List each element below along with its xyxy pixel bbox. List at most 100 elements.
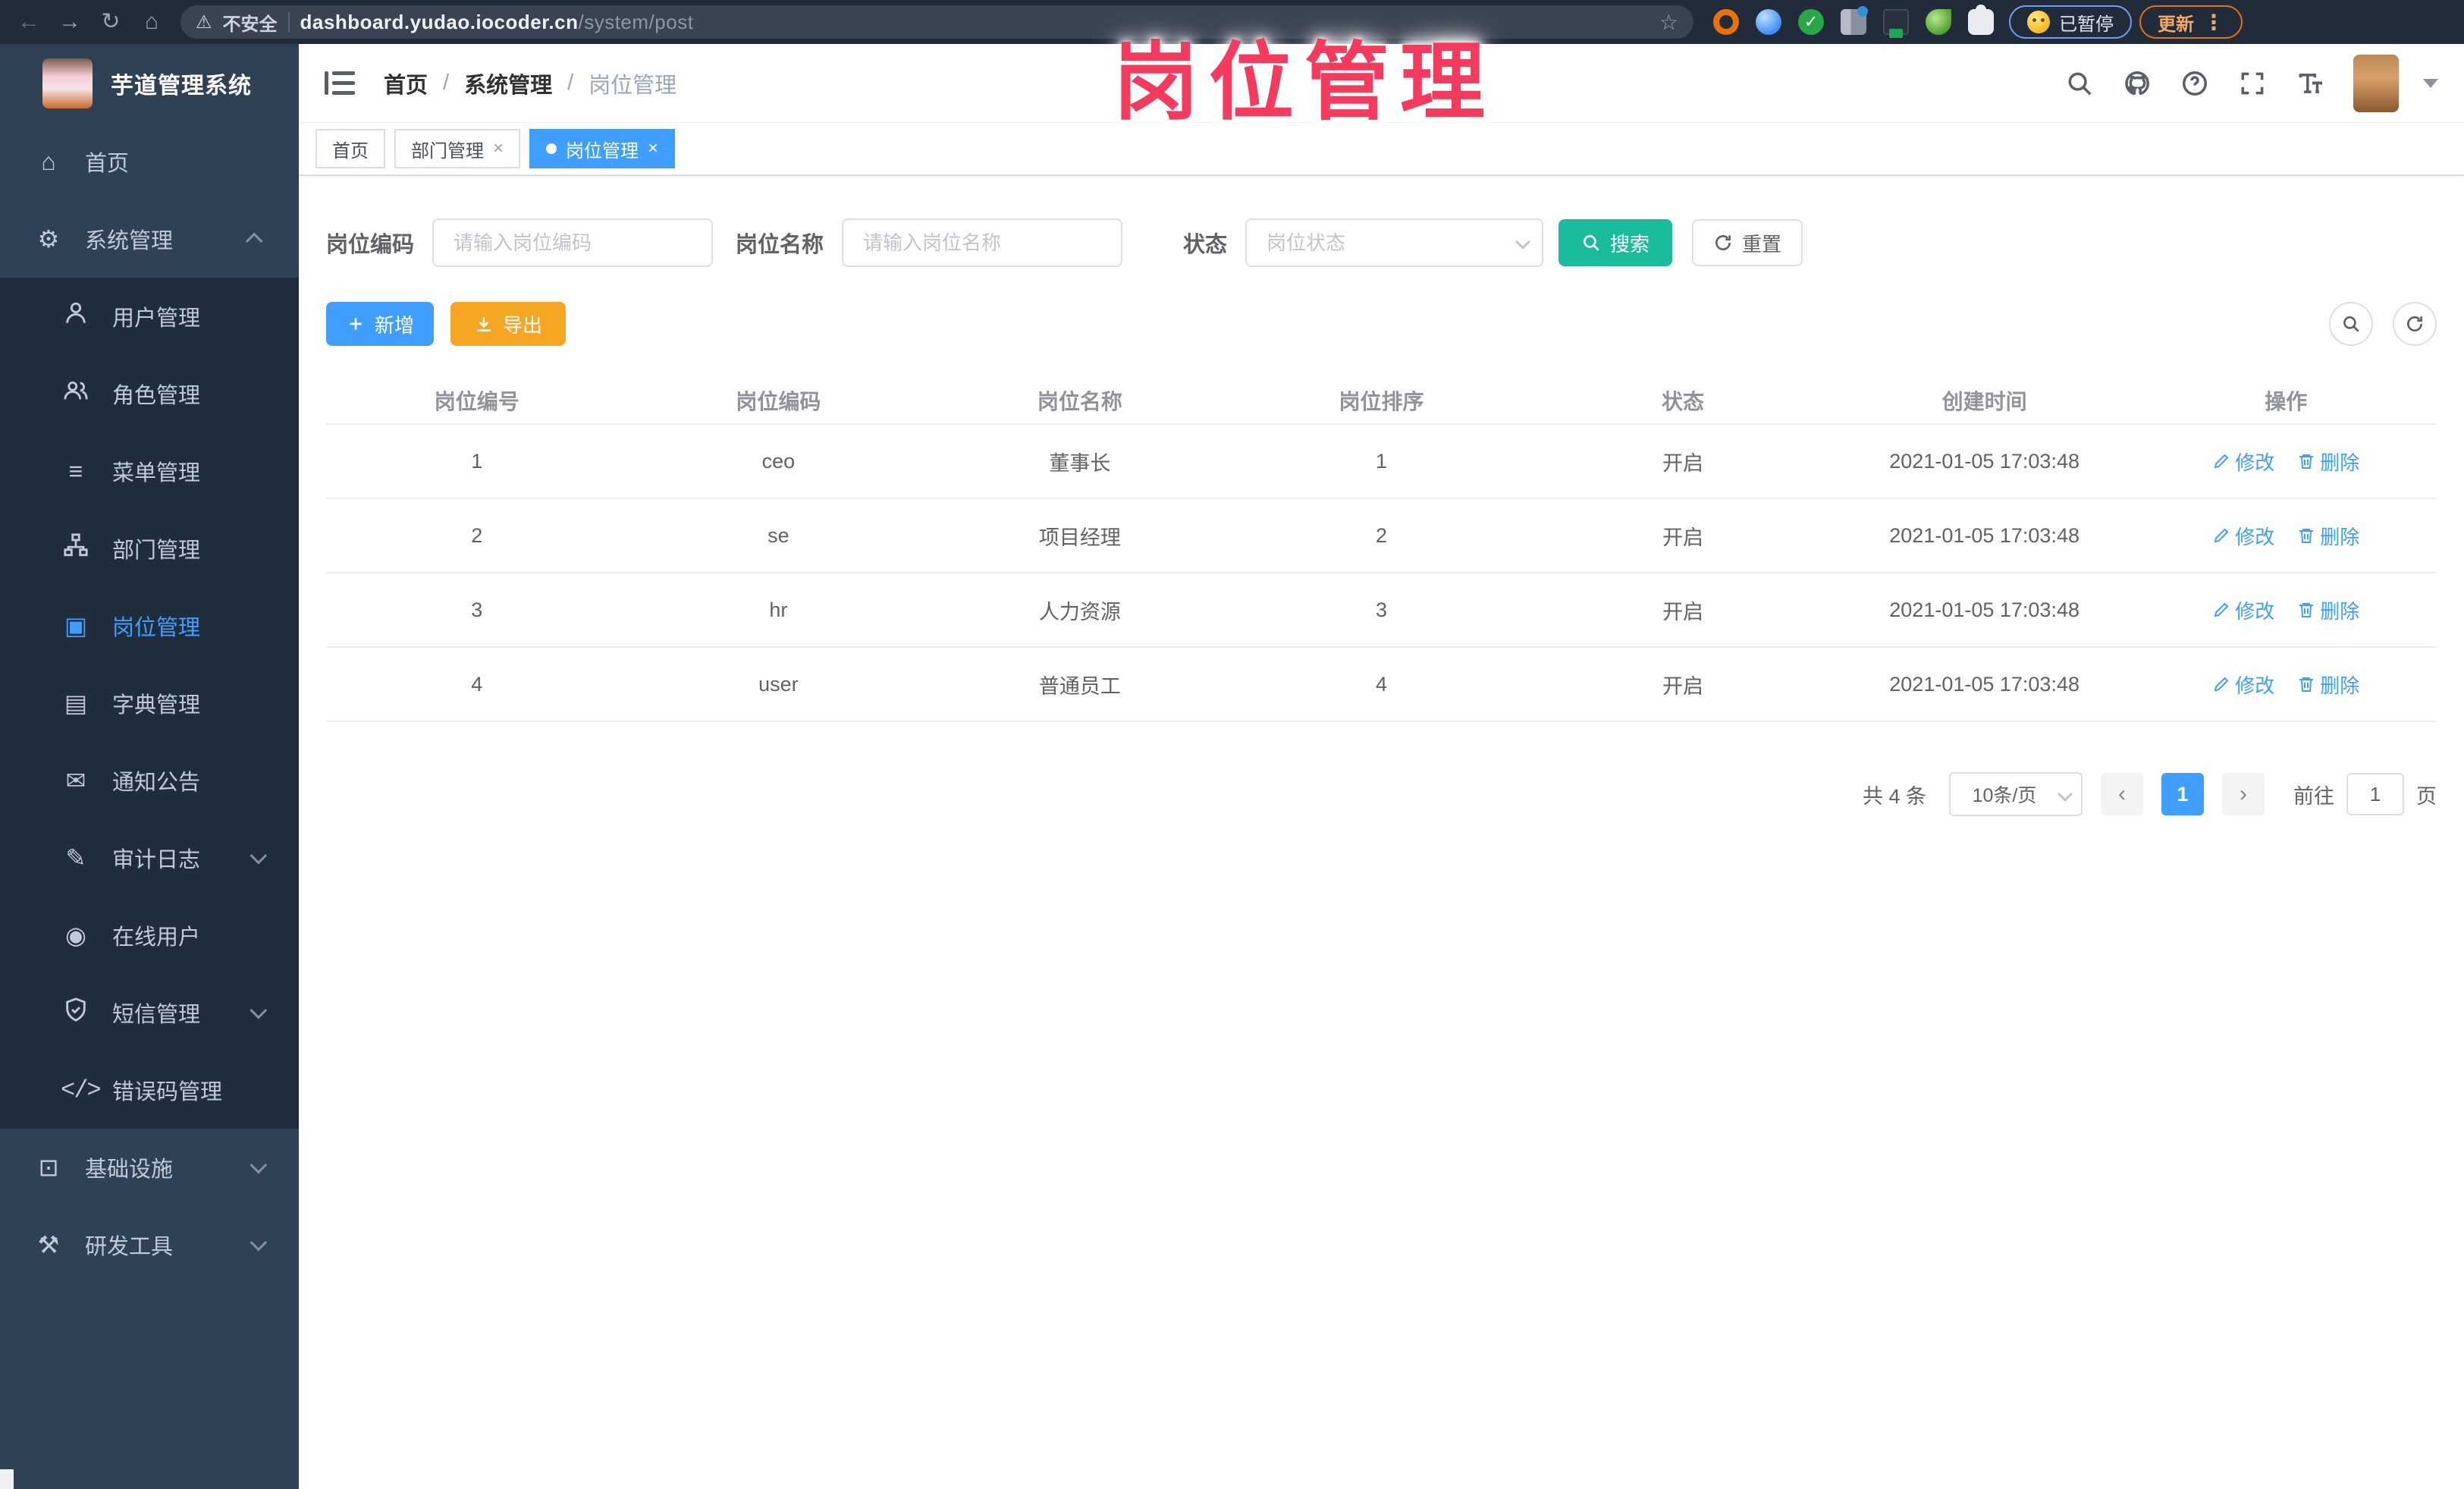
cell-post-sort: 3 [1375,598,1387,621]
table-header-row: 岗位编号 岗位编码 岗位名称 岗位排序 状态 创建时间 操作 [326,378,2437,425]
top-navbar: 首页 / 系统管理 / 岗位管理 [299,44,2464,123]
sidebar-item-sms[interactable]: 短信管理 [0,974,299,1051]
users-icon [61,378,91,410]
delete-link[interactable]: 删除 [2297,671,2359,699]
sidebar-item-dict[interactable]: ▤ 字典管理 [0,664,299,742]
sidebar-item-error-codes[interactable]: </> 错误码管理 [0,1051,299,1129]
sidebar-item-label: 通知公告 [112,771,201,795]
sidebar-item-roles[interactable]: 角色管理 [0,355,299,432]
page-size-input[interactable] [1949,772,2083,816]
sidebar-item-label: 研发工具 [85,1235,174,1259]
bookmark-star-icon[interactable]: ☆ [1659,10,1678,35]
post-code-input[interactable] [432,218,714,267]
sidebar-item-infrastructure[interactable]: ⊡ 基础设施 [0,1129,299,1206]
url-bar[interactable]: ⚠ 不安全 dashboard.yudao.iocoder.cn/system/… [180,5,1693,39]
chevron-down-icon [250,1156,268,1174]
close-icon[interactable]: × [493,140,504,158]
reset-button[interactable]: 重置 [1692,219,1803,266]
tools-icon: ⚒ [37,1231,60,1258]
extensions-puzzle-icon[interactable] [1968,5,1994,35]
toggle-search-button[interactable] [2329,302,2373,346]
tab-home[interactable]: 首页 [315,129,385,168]
prev-page-button[interactable]: ‹ [2101,773,2143,815]
cell-post-code: hr [769,598,788,621]
goto-page-input[interactable] [2346,773,2404,815]
search-button[interactable]: 搜索 [1558,219,1673,266]
orange-ring-extension-icon[interactable] [1713,9,1739,35]
caret-down-icon[interactable] [2423,78,2438,88]
sidebar-item-posts[interactable]: ▣ 岗位管理 [0,587,299,664]
help-icon[interactable] [2180,69,2209,98]
page-size-select[interactable] [1949,772,2083,816]
delete-link[interactable]: 删除 [2297,522,2359,550]
home-icon[interactable]: ⌂ [135,0,168,44]
screen: ← → ↻ ⌂ ⚠ 不安全 dashboard.yudao.iocoder.cn… [0,0,2464,1489]
blue-pin-extension-icon[interactable] [1756,9,1781,35]
export-button[interactable]: 导出 [450,302,566,346]
fullscreen-icon[interactable] [2238,69,2267,98]
sidebar-item-menus[interactable]: ≡ 菜单管理 [0,432,299,510]
sidebar-item-system[interactable]: ⚙ 系统管理 [0,200,299,278]
reload-icon[interactable]: ↻ [94,0,127,44]
tabs-bar: 首页 部门管理 × 岗位管理 × [299,123,2464,176]
cell-status: 开启 [1662,451,1704,475]
edit-link[interactable]: 修改 [2212,596,2274,624]
sidebar-item-departments[interactable]: 部门管理 [0,510,299,587]
chevron-down-icon [250,1233,268,1252]
sidebar-item-dev-tools[interactable]: ⚒ 研发工具 [0,1206,299,1283]
status-select-input[interactable] [1245,218,1544,267]
delete-link[interactable]: 删除 [2297,596,2359,624]
breadcrumb-separator: / [567,71,574,95]
search-icon[interactable] [2065,69,2094,98]
security-label[interactable]: 不安全 [223,9,278,36]
sidebar-item-home[interactable]: ⌂ 首页 [0,123,299,200]
browser-menu-icon[interactable]: ⋮ [2203,10,2224,35]
green-check-extension-icon[interactable] [1798,9,1824,35]
next-page-button[interactable]: › [2222,773,2265,815]
tab-departments[interactable]: 部门管理 × [394,129,521,168]
refresh-table-button[interactable] [2393,302,2437,346]
breadcrumb-system[interactable]: 系统管理 [464,68,552,99]
leaf-extension-icon[interactable] [1926,9,1951,35]
back-icon[interactable]: ← [12,0,46,44]
shield-icon [61,997,91,1029]
message-bubble-icon: ✉ [65,767,86,794]
goto-page: 前往 页 [2293,773,2437,815]
browser-update-button[interactable]: 更新 ⋮ [2139,5,2243,39]
tab-posts[interactable]: 岗位管理 × [529,129,676,168]
breadcrumb-home[interactable]: 首页 [384,68,428,99]
tab-label: 部门管理 [411,140,484,162]
github-icon[interactable] [2123,69,2152,98]
status-select[interactable] [1245,218,1544,267]
status-label: 状态 [1183,233,1228,257]
sidebar-item-online-users[interactable]: ◉ 在线用户 [0,897,299,974]
font-size-icon[interactable] [2296,69,2324,98]
hamburger-icon[interactable] [325,71,355,96]
forward-icon[interactable]: → [53,0,86,44]
sidebar-item-label: 用户管理 [112,306,201,331]
header-post-name: 岗位名称 [1037,390,1122,413]
not-secure-icon[interactable]: ⚠ [196,11,212,33]
edit-link[interactable]: 修改 [2212,671,2274,699]
tab-label: 岗位管理 [566,140,639,162]
delete-link[interactable]: 删除 [2297,448,2359,476]
post-badge-icon: ▣ [64,612,88,639]
app-logo[interactable]: 芋道管理系统 [0,44,299,123]
sidebar-item-notice[interactable]: ✉ 通知公告 [0,742,299,819]
user-avatar[interactable] [2353,54,2399,112]
paused-extension-button[interactable]: 已暂停 [2009,5,2132,39]
columns-extension-icon[interactable] [1841,6,1868,35]
close-icon[interactable]: × [648,140,658,158]
cell-post-id: 3 [471,598,483,621]
cell-actions: 修改 删除 [2135,522,2437,550]
sidebar-item-users[interactable]: 用户管理 [0,278,299,355]
tag-manager-extension-icon[interactable] [1883,9,1909,38]
post-name-input[interactable] [842,218,1123,267]
add-button[interactable]: 新增 [326,302,434,346]
edit-link[interactable]: 修改 [2212,448,2274,476]
page-number-button[interactable]: 1 [2161,773,2204,815]
header-status: 状态 [1662,390,1705,413]
sidebar-item-audit-log[interactable]: ✎ 审计日志 [0,819,299,897]
breadcrumb: 首页 / 系统管理 / 岗位管理 [384,68,676,99]
edit-link[interactable]: 修改 [2212,522,2274,550]
